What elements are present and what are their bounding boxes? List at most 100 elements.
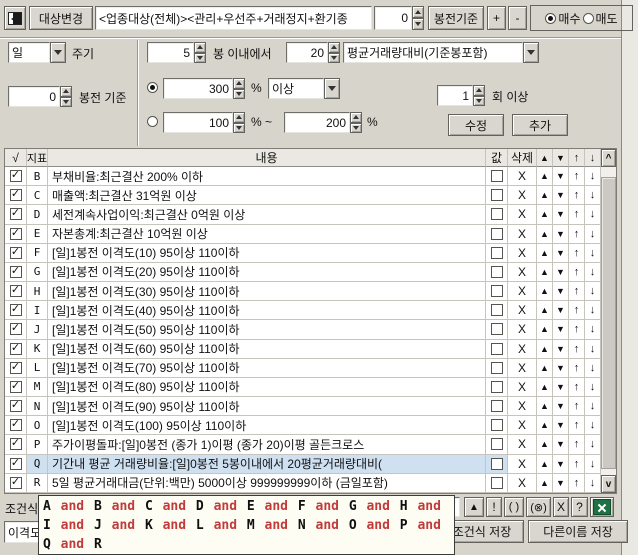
row-move-bottom-button[interactable]: ↓ bbox=[585, 474, 601, 493]
table-row[interactable]: ✓ L [일]1봉전 이격도(70) 95이상 110이하 X ▲ ▼ ↑ ↓ bbox=[5, 359, 601, 378]
scrollbar-down-button[interactable]: v bbox=[601, 475, 616, 493]
sell-radio[interactable] bbox=[583, 13, 594, 24]
table-row[interactable]: ✓ N [일]1봉전 이격도(90) 95이상 110이하 X ▲ ▼ ↑ ↓ bbox=[5, 397, 601, 416]
row-delete-button[interactable]: X bbox=[508, 340, 537, 359]
table-row[interactable]: ✓ G [일]1봉전 이격도(20) 95이상 110이하 X ▲ ▼ ↑ ↓ bbox=[5, 263, 601, 282]
row-move-down-button[interactable]: ▼ bbox=[553, 378, 569, 397]
table-row[interactable]: ✓ D 세전계속사업이익:최근결산 0억원 이상 X ▲ ▼ ↑ ↓ bbox=[5, 205, 601, 224]
row-move-top-button[interactable]: ↑ bbox=[569, 301, 585, 320]
single-threshold-radio[interactable] bbox=[147, 82, 158, 93]
period-combo[interactable]: 일 bbox=[8, 42, 66, 63]
table-row[interactable]: ✓ J [일]1봉전 이격도(50) 95이상 110이하 X ▲ ▼ ↑ ↓ bbox=[5, 320, 601, 339]
row-move-top-button[interactable]: ↑ bbox=[569, 186, 585, 205]
row-delete-button[interactable]: X bbox=[508, 378, 537, 397]
row-delete-button[interactable]: X bbox=[508, 282, 537, 301]
occurrence-input[interactable]: 1 bbox=[437, 85, 473, 106]
row-move-up-button[interactable]: ▲ bbox=[537, 435, 553, 454]
row-move-up-button[interactable]: ▲ bbox=[537, 186, 553, 205]
avg-count-down-button[interactable] bbox=[328, 53, 340, 64]
row-enabled-cell[interactable]: ✓ bbox=[5, 397, 27, 416]
bars-ago-up-button[interactable] bbox=[60, 86, 72, 97]
row-delete-button[interactable]: X bbox=[508, 205, 537, 224]
row-value-cell[interactable] bbox=[486, 397, 508, 416]
single-pct-down-button[interactable] bbox=[233, 89, 245, 100]
row-move-up-button[interactable]: ▲ bbox=[537, 301, 553, 320]
minus-button[interactable]: - bbox=[508, 6, 527, 30]
row-move-bottom-button[interactable]: ↓ bbox=[585, 320, 601, 339]
row-enabled-cell[interactable]: ✓ bbox=[5, 435, 27, 454]
table-row[interactable]: ✓ I [일]1봉전 이격도(40) 95이상 110이하 X ▲ ▼ ↑ ↓ bbox=[5, 301, 601, 320]
range-to-input[interactable]: 200 bbox=[284, 112, 350, 133]
target-scope-field[interactable]: <업종대상(전체)><관리+우선주+거래정지+환기종 bbox=[95, 6, 372, 30]
row-move-down-button[interactable]: ▼ bbox=[553, 205, 569, 224]
row-move-up-button[interactable]: ▲ bbox=[537, 397, 553, 416]
compare-combo[interactable]: 이상 bbox=[268, 78, 340, 99]
row-enabled-cell[interactable]: ✓ bbox=[5, 167, 27, 186]
row-move-bottom-button[interactable]: ↓ bbox=[585, 455, 601, 474]
row-delete-button[interactable]: X bbox=[508, 416, 537, 435]
row-value-cell[interactable] bbox=[486, 301, 508, 320]
row-move-top-button[interactable]: ↑ bbox=[569, 435, 585, 454]
table-row[interactable]: ✓ K [일]1봉전 이격도(60) 95이상 110이하 X ▲ ▼ ↑ ↓ bbox=[5, 340, 601, 359]
scrollbar-up-button[interactable]: ^ bbox=[601, 149, 616, 167]
row-move-down-button[interactable]: ▼ bbox=[553, 186, 569, 205]
row-value-cell[interactable] bbox=[486, 378, 508, 397]
row-value-cell[interactable] bbox=[486, 282, 508, 301]
formula-not-button[interactable]: ! bbox=[486, 497, 502, 517]
save-as-button[interactable]: 다른이름 저장 bbox=[528, 520, 628, 543]
within-bars-up-button[interactable] bbox=[194, 42, 206, 53]
table-row[interactable]: ✓ C 매출액:최근결산 31억원 이상 X ▲ ▼ ↑ ↓ bbox=[5, 186, 601, 205]
plus-button[interactable]: + bbox=[487, 6, 506, 30]
table-row[interactable]: ✓ P 주가이평돌파:[일]0봉전 (종가 1)이평 (종가 20)이평 골든크… bbox=[5, 435, 601, 454]
scrollbar-track[interactable] bbox=[601, 167, 616, 475]
buy-radio[interactable] bbox=[545, 13, 556, 24]
row-move-down-button[interactable]: ▼ bbox=[553, 167, 569, 186]
row-value-cell[interactable] bbox=[486, 167, 508, 186]
row-move-bottom-button[interactable]: ↓ bbox=[585, 301, 601, 320]
row-enabled-cell[interactable]: ✓ bbox=[5, 301, 27, 320]
row-value-cell[interactable] bbox=[486, 244, 508, 263]
row-delete-button[interactable]: X bbox=[508, 359, 537, 378]
row-move-bottom-button[interactable]: ↓ bbox=[585, 186, 601, 205]
row-move-up-button[interactable]: ▲ bbox=[537, 282, 553, 301]
bars-before-down-button[interactable] bbox=[412, 18, 424, 30]
row-move-top-button[interactable]: ↑ bbox=[569, 397, 585, 416]
row-move-up-button[interactable]: ▲ bbox=[537, 263, 553, 282]
row-move-up-button[interactable]: ▲ bbox=[537, 455, 553, 474]
row-move-up-button[interactable]: ▲ bbox=[537, 359, 553, 378]
row-move-up-button[interactable]: ▲ bbox=[537, 340, 553, 359]
avg-count-up-button[interactable] bbox=[328, 42, 340, 53]
row-delete-button[interactable]: X bbox=[508, 244, 537, 263]
scrollbar-thumb[interactable] bbox=[601, 177, 616, 469]
row-move-bottom-button[interactable]: ↓ bbox=[585, 378, 601, 397]
single-pct-up-button[interactable] bbox=[233, 78, 245, 89]
row-move-bottom-button[interactable]: ↓ bbox=[585, 435, 601, 454]
row-move-top-button[interactable]: ↑ bbox=[569, 244, 585, 263]
row-enabled-cell[interactable]: ✓ bbox=[5, 282, 27, 301]
avg-volume-combo-arrow-button[interactable] bbox=[523, 42, 539, 63]
range-threshold-radio[interactable] bbox=[147, 116, 158, 127]
row-move-top-button[interactable]: ↑ bbox=[569, 416, 585, 435]
formula-up-button[interactable]: ▲ bbox=[464, 497, 484, 517]
row-value-cell[interactable] bbox=[486, 186, 508, 205]
table-row[interactable]: ✓ B 부채비율:최근결산 200% 이하 X ▲ ▼ ↑ ↓ bbox=[5, 167, 601, 186]
row-delete-button[interactable]: X bbox=[508, 263, 537, 282]
row-delete-button[interactable]: X bbox=[508, 455, 537, 474]
table-row[interactable]: ✓ Q 기간내 평균 거래량비율:[일]0봉전 5봉이내에서 20평균거래량대비… bbox=[5, 455, 601, 474]
row-move-down-button[interactable]: ▼ bbox=[553, 474, 569, 493]
row-move-up-button[interactable]: ▲ bbox=[537, 378, 553, 397]
row-enabled-cell[interactable]: ✓ bbox=[5, 474, 27, 493]
within-bars-down-button[interactable] bbox=[194, 53, 206, 64]
row-move-top-button[interactable]: ↑ bbox=[569, 263, 585, 282]
range-to-down-button[interactable] bbox=[350, 123, 362, 134]
row-move-down-button[interactable]: ▼ bbox=[553, 397, 569, 416]
row-move-down-button[interactable]: ▼ bbox=[553, 282, 569, 301]
avg-count-input[interactable]: 20 bbox=[286, 42, 328, 63]
row-move-up-button[interactable]: ▲ bbox=[537, 320, 553, 339]
row-move-down-button[interactable]: ▼ bbox=[553, 416, 569, 435]
row-move-up-button[interactable]: ▲ bbox=[537, 416, 553, 435]
change-target-button[interactable]: 대상변경 bbox=[29, 6, 93, 30]
period-combo-arrow-button[interactable] bbox=[50, 42, 66, 63]
range-from-up-button[interactable] bbox=[233, 112, 245, 123]
row-move-top-button[interactable]: ↑ bbox=[569, 167, 585, 186]
